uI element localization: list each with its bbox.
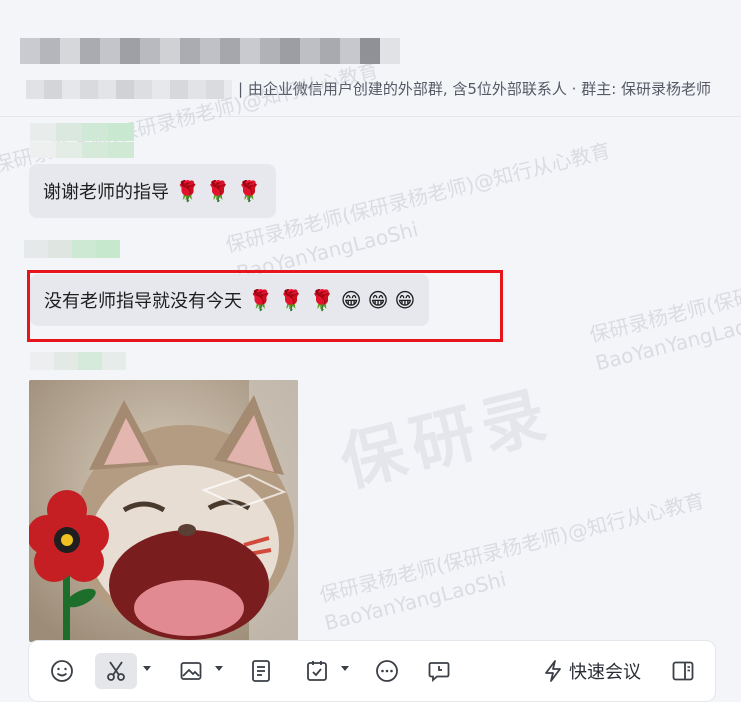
group-id-blurred (26, 80, 232, 99)
watermark-text: 保研录杨老师(保研录杨老师)@知行从心教育 (222, 138, 613, 258)
watermark-text-en-right: BaoYanYangLaoShi (593, 306, 741, 376)
quick-meeting-label: 快速会议 (569, 662, 641, 683)
document-icon[interactable] (243, 653, 279, 689)
sender-name-blurred (30, 123, 134, 141)
rose-emoji: 🌹 (236, 179, 262, 203)
highlight-box (27, 270, 503, 342)
sender-name-blurred-row2 (30, 142, 134, 158)
group-subtitle: | 由企业微信用户创建的外部群, 含5位外部联系人 · 群主: 保研录杨老师 (238, 80, 712, 98)
message-bubble[interactable]: 谢谢老师的指导 🌹 🌹 🌹 (29, 164, 276, 218)
message-text: 谢谢老师的指导 (43, 182, 169, 203)
cat-with-flower-illustration (29, 380, 298, 642)
emoji-icon[interactable] (43, 653, 81, 689)
scissors-icon[interactable] (95, 653, 137, 689)
group-name-blurred (20, 38, 400, 64)
screenshot-options-chevron-icon[interactable] (143, 666, 151, 671)
image-icon[interactable] (173, 653, 209, 689)
header-divider (0, 116, 741, 117)
quick-meeting-button[interactable]: 快速会议 (533, 653, 651, 689)
task-options-chevron-icon[interactable] (341, 666, 349, 671)
message-clock-icon[interactable] (421, 653, 457, 689)
watermark-text-bottom: 保研录杨老师(保研录杨老师)@知行从心教育 (316, 488, 707, 608)
sender-name-blurred (30, 352, 126, 370)
lightning-icon (545, 660, 561, 682)
watermark-logo: 保研录 (333, 377, 562, 502)
sender-name-blurred (24, 240, 120, 258)
watermark-text-en-bottom: BaoYanYangLaoShi (322, 566, 509, 636)
image-options-chevron-icon[interactable] (215, 666, 223, 671)
task-icon[interactable] (299, 653, 335, 689)
sidebar-panel-icon[interactable] (665, 653, 701, 689)
watermark-text-right: 保研录杨老师(保研录杨老师)@知行从心教育 (586, 228, 741, 348)
chat-header: | 由企业微信用户创建的外部群, 含5位外部联系人 · 群主: 保研录杨老师 (0, 0, 741, 118)
more-icon[interactable] (369, 653, 405, 689)
cat-sticker-image[interactable] (29, 380, 298, 642)
rose-emoji: 🌹 (175, 179, 200, 203)
rose-emoji: 🌹 (205, 179, 231, 203)
